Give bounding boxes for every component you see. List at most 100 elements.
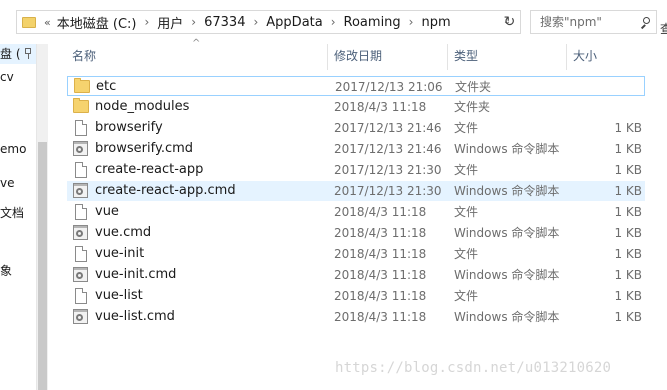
- file-name: vue: [95, 204, 119, 219]
- file-row[interactable]: etc 2017/12/13 21:06 文件夹: [67, 76, 645, 96]
- nav-item[interactable]: cv: [0, 70, 14, 84]
- file-type: Windows 命令脚本: [454, 268, 560, 282]
- cmd-script-icon: [73, 183, 88, 198]
- file-size: 1 KB: [614, 268, 642, 282]
- file-size: 1 KB: [614, 163, 642, 177]
- file-size: 1 KB: [614, 184, 642, 198]
- file-type: Windows 命令脚本: [454, 142, 560, 156]
- file-row[interactable]: vue.cmd 2018/4/3 11:18 Windows 命令脚本 1 KB: [67, 223, 645, 243]
- file-row[interactable]: browserify 2017/12/13 21:46 文件 1 KB: [67, 118, 645, 138]
- file-name: vue-init: [95, 246, 145, 261]
- watermark: https://blog.csdn.net/u013210620: [335, 360, 612, 376]
- clipped-label: 查: [660, 22, 667, 36]
- file-icon: [75, 120, 87, 136]
- search-box[interactable]: [530, 10, 657, 34]
- file-type: Windows 命令脚本: [454, 310, 560, 324]
- breadcrumb-separator[interactable]: ›: [144, 15, 149, 29]
- file-date: 2017/12/13 21:30: [334, 184, 442, 198]
- file-name: vue-list.cmd: [95, 309, 175, 324]
- column-header-date[interactable]: 修改日期: [334, 44, 382, 68]
- address-bar-row: « 本地磁盘 (C:) › 用户 › 67334 › AppData › Roa…: [0, 0, 667, 44]
- breadcrumb-separator[interactable]: ›: [253, 15, 258, 29]
- column-header-type[interactable]: 类型: [454, 44, 478, 68]
- cmd-script-icon: [73, 225, 88, 240]
- file-icon: [75, 246, 87, 262]
- file-date: 2018/4/3 11:18: [334, 289, 427, 303]
- breadcrumb-npm[interactable]: npm: [421, 15, 450, 30]
- breadcrumb-separator[interactable]: ›: [331, 15, 336, 29]
- file-type: Windows 命令脚本: [454, 226, 560, 240]
- file-size: 1 KB: [614, 310, 642, 324]
- nav-item-local-disk[interactable]: 盘 (: [0, 44, 36, 64]
- nav-item[interactable]: 象: [0, 262, 12, 279]
- column-header-name[interactable]: 名称: [72, 44, 96, 68]
- file-date: 2018/4/3 11:18: [334, 226, 427, 240]
- cmd-script-icon: [73, 141, 88, 156]
- file-row[interactable]: vue-init.cmd 2018/4/3 11:18 Windows 命令脚本…: [67, 265, 645, 285]
- file-type: 文件夹: [455, 80, 492, 94]
- breadcrumb-overflow-button[interactable]: «: [44, 16, 51, 29]
- file-date: 2018/4/3 11:18: [334, 247, 427, 261]
- file-date: 2017/12/13 21:46: [334, 121, 442, 135]
- nav-item-label: 盘 (: [0, 47, 21, 61]
- breadcrumb-appdata[interactable]: AppData: [266, 15, 322, 30]
- search-icon[interactable]: [640, 16, 651, 29]
- breadcrumb-separator[interactable]: ›: [409, 15, 414, 29]
- sort-indicator-icon: ^: [192, 38, 201, 49]
- file-row[interactable]: vue 2018/4/3 11:18 文件 1 KB: [67, 202, 645, 222]
- file-row[interactable]: vue-list.cmd 2018/4/3 11:18 Windows 命令脚本…: [67, 307, 645, 327]
- file-list: ^ 名称 修改日期 类型 大小 etc 2017/12/13 21:06 文件夹…: [48, 38, 659, 390]
- file-name: create-react-app: [95, 162, 204, 177]
- file-date: 2018/4/3 11:18: [334, 268, 427, 282]
- file-row[interactable]: node_modules 2018/4/3 11:18 文件夹: [67, 97, 645, 117]
- file-name: etc: [96, 79, 117, 94]
- file-icon: [75, 204, 87, 220]
- breadcrumb-local-disk[interactable]: 本地磁盘 (C:): [57, 13, 137, 32]
- file-row[interactable]: vue-list 2018/4/3 11:18 文件 1 KB: [67, 286, 645, 306]
- file-name: create-react-app.cmd: [95, 183, 236, 198]
- file-row[interactable]: vue-init 2018/4/3 11:18 文件 1 KB: [67, 244, 645, 264]
- file-size: 1 KB: [614, 121, 642, 135]
- file-row[interactable]: browserify.cmd 2017/12/13 21:46 Windows …: [67, 139, 645, 159]
- file-date: 2018/4/3 11:18: [334, 310, 427, 324]
- cmd-script-icon: [73, 309, 88, 324]
- file-date: 2017/12/13 21:46: [334, 142, 442, 156]
- file-name: vue.cmd: [95, 225, 152, 240]
- cmd-script-icon: [73, 267, 88, 282]
- navigation-scrollbar[interactable]: [36, 44, 48, 390]
- search-input[interactable]: [540, 15, 638, 29]
- file-date: 2018/4/3 11:18: [334, 100, 427, 114]
- file-size: 1 KB: [614, 142, 642, 156]
- file-size: 1 KB: [614, 226, 642, 240]
- nav-item[interactable]: emo: [0, 142, 26, 156]
- refresh-button[interactable]: ↻: [499, 10, 521, 34]
- breadcrumb-user-folder[interactable]: 67334: [204, 15, 245, 30]
- file-date: 2018/4/3 11:18: [334, 205, 427, 219]
- nav-item[interactable]: 文档: [0, 204, 24, 221]
- file-name: node_modules: [95, 99, 190, 114]
- folder-icon: [73, 98, 89, 113]
- breadcrumb-separator[interactable]: ›: [191, 15, 196, 29]
- breadcrumb-roaming[interactable]: Roaming: [344, 15, 401, 30]
- column-divider[interactable]: [447, 44, 448, 70]
- file-date: 2017/12/13 21:30: [334, 163, 442, 177]
- breadcrumb-users[interactable]: 用户: [157, 13, 183, 32]
- file-row[interactable]: create-react-app.cmd 2017/12/13 21:30 Wi…: [67, 181, 645, 201]
- folder-icon: [74, 78, 90, 93]
- column-header-size[interactable]: 大小: [573, 44, 597, 68]
- column-divider[interactable]: [566, 44, 567, 70]
- file-type: 文件: [454, 121, 479, 135]
- pin-icon[interactable]: [23, 48, 33, 60]
- file-icon: [75, 162, 87, 178]
- file-name: browserify.cmd: [95, 141, 194, 156]
- file-type: 文件夹: [454, 100, 491, 114]
- navigation-pane: 盘 ( cv emo ve 文档 象: [0, 44, 36, 390]
- file-row[interactable]: create-react-app 2017/12/13 21:30 文件 1 K…: [67, 160, 645, 180]
- nav-item[interactable]: ve: [0, 176, 14, 190]
- address-bar[interactable]: « 本地磁盘 (C:) › 用户 › 67334 › AppData › Roa…: [16, 10, 521, 34]
- scrollbar-thumb[interactable]: [38, 142, 47, 390]
- file-size: 1 KB: [614, 289, 642, 303]
- column-divider[interactable]: [327, 44, 328, 70]
- file-type: 文件: [454, 205, 479, 219]
- file-type: 文件: [454, 289, 479, 303]
